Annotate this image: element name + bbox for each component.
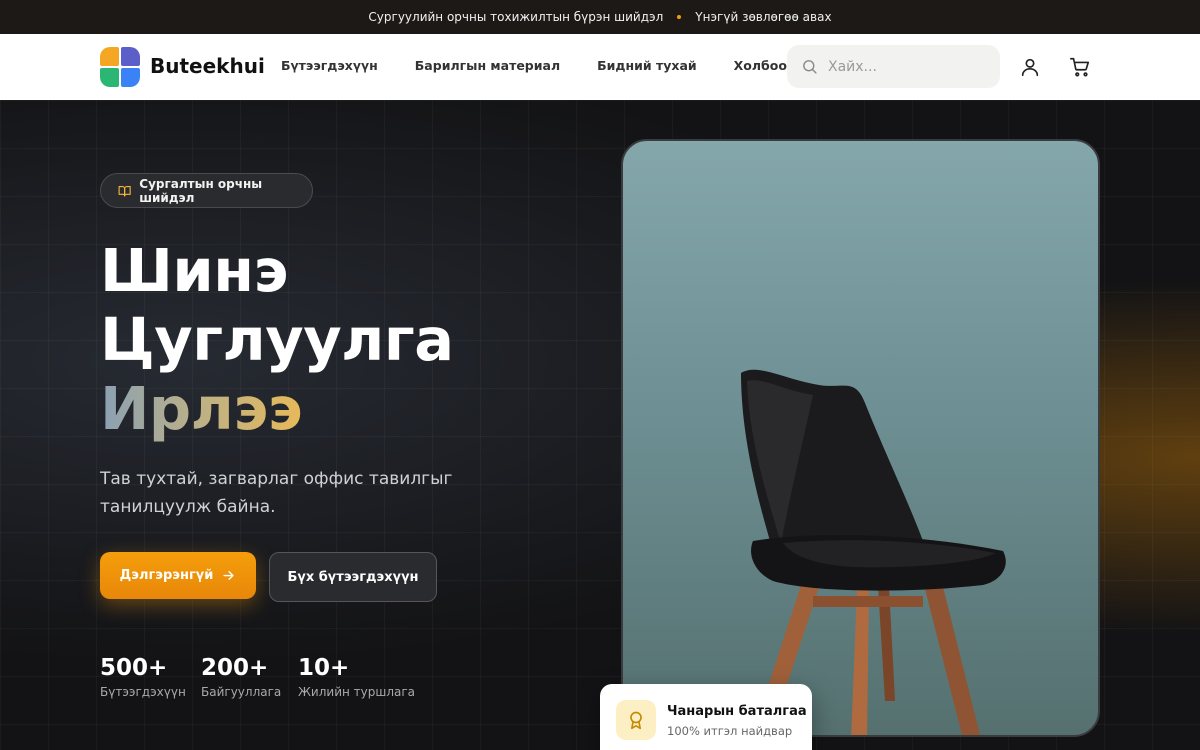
hero-badge-label: Сургалтын орчны шийдэл bbox=[139, 176, 263, 205]
stat-label: Байгууллага bbox=[201, 685, 282, 699]
headline-line-3: Ирлээ bbox=[100, 374, 303, 443]
nav-item-products[interactable]: Бүтээгдэхүүн bbox=[281, 58, 378, 73]
book-open-icon bbox=[118, 185, 131, 197]
main-nav: Бүтээгдэхүүн Барилгын материал Бидний ту… bbox=[281, 58, 834, 73]
hero-subtitle: Тав тухтай, загварлаг оффис тавилгыг тан… bbox=[100, 469, 453, 517]
details-button[interactable]: Дэлгэрэнгүй bbox=[100, 552, 256, 599]
stat-value: 200+ bbox=[201, 655, 269, 681]
award-icon bbox=[616, 700, 656, 740]
search-icon bbox=[803, 60, 817, 74]
brand-name[interactable]: Buteekhui bbox=[150, 54, 265, 78]
quality-card-subtitle: 100% итгэл найдвар bbox=[667, 724, 793, 738]
hero-section: Сургалтын орчны шийдэл Шинэ Цуглуулга Ир… bbox=[0, 100, 1200, 750]
nav-item-building-materials[interactable]: Барилгын материал bbox=[415, 58, 560, 73]
announcement-text: Сургуулийн орчны тохижилтын бүрэн шийдэл bbox=[368, 10, 664, 24]
free-consultation-link[interactable]: Үнэгүй зөвлөгөө авах bbox=[695, 10, 831, 24]
stat-value: 500+ bbox=[100, 655, 168, 681]
stat-experience: 10+ Жилийн туршлага bbox=[298, 655, 415, 699]
hero-badge: Сургалтын орчны шийдэл bbox=[100, 173, 313, 208]
user-icon[interactable] bbox=[1019, 56, 1041, 78]
all-products-button[interactable]: Бүх бүтээгдэхүүн bbox=[269, 552, 437, 602]
hero-product-image bbox=[621, 139, 1100, 737]
headline-line-2: Цуглуулга bbox=[100, 305, 454, 374]
nav-item-about[interactable]: Бидний тухай bbox=[597, 58, 697, 73]
arrow-right-icon bbox=[223, 571, 234, 580]
chair-image bbox=[741, 369, 1006, 735]
details-button-label: Дэлгэрэнгүй bbox=[119, 568, 214, 583]
stat-value: 10+ bbox=[298, 655, 350, 681]
stat-label: Бүтээгдэхүүн bbox=[100, 685, 186, 699]
stat-label: Жилийн туршлага bbox=[298, 685, 416, 699]
cart-icon[interactable] bbox=[1069, 56, 1091, 78]
stat-organizations: 200+ Байгууллага bbox=[201, 655, 281, 699]
search-box bbox=[787, 45, 1000, 88]
search-input[interactable] bbox=[828, 58, 988, 75]
logo-icon[interactable] bbox=[100, 47, 140, 87]
stat-products: 500+ Бүтээгдэхүүн bbox=[100, 655, 186, 699]
quality-card-title: Чанарын баталгаа bbox=[667, 704, 807, 719]
hero-headline: Шинэ Цуглуулга Ирлээ bbox=[100, 236, 454, 443]
site-header: Buteekhui Бүтээгдэхүүн Барилгын материал… bbox=[0, 34, 1200, 100]
quality-card: Чанарын баталгаа 100% итгэл найдвар bbox=[600, 684, 812, 750]
headline-line-1: Шинэ bbox=[100, 236, 288, 305]
announcement-bar: Сургуулийн орчны тохижилтын бүрэн шийдэл… bbox=[0, 0, 1200, 34]
separator-dot bbox=[677, 15, 682, 19]
